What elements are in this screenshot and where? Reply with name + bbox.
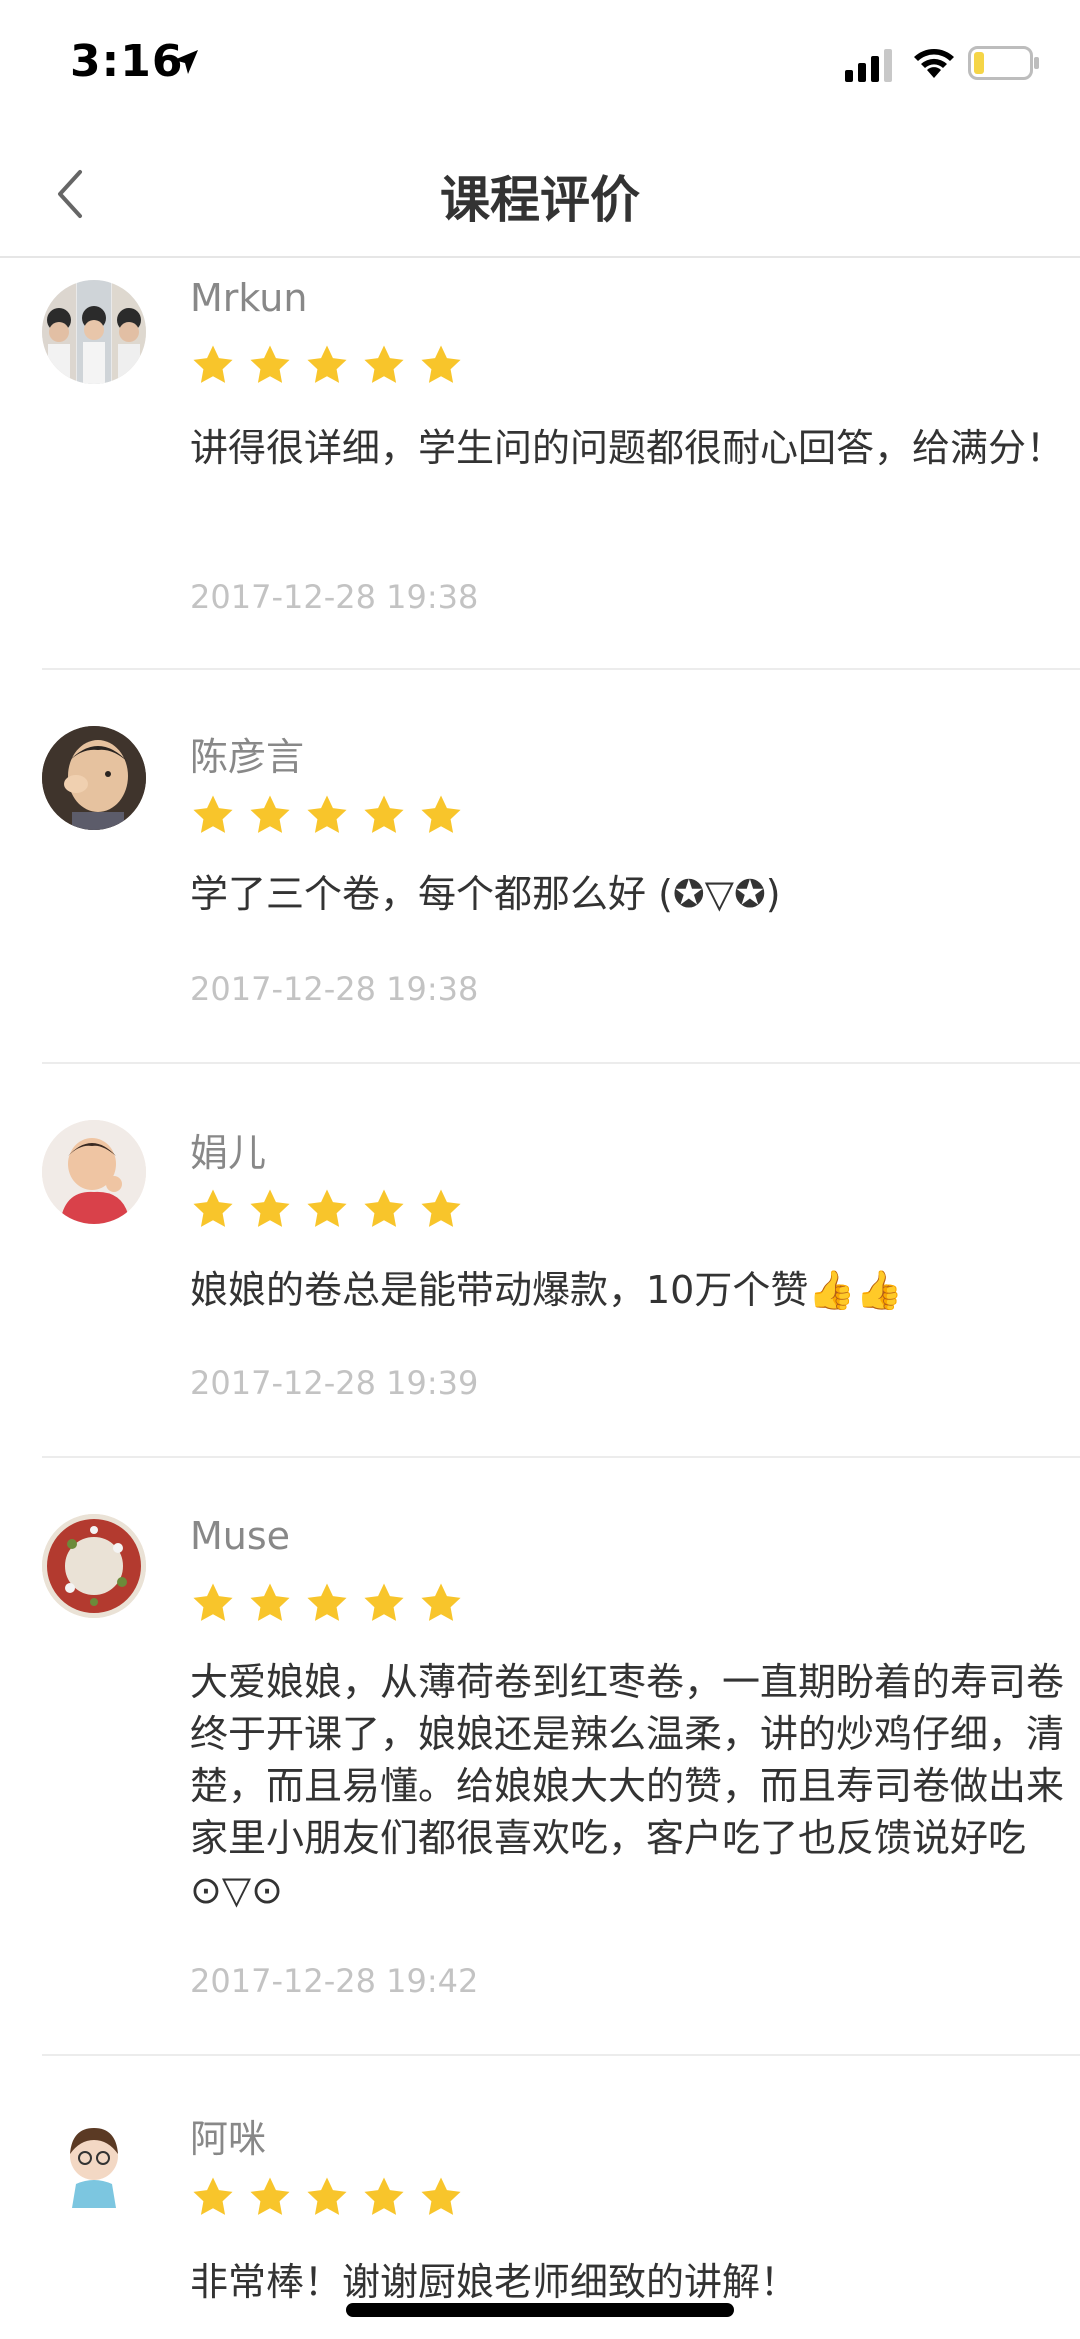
star-icon: [421, 795, 461, 833]
review-date: 2017-12-28 19:38: [190, 970, 479, 1008]
star-icon: [421, 2177, 461, 2215]
star-rating: [190, 1186, 475, 1232]
review-date: 2017-12-28 19:39: [190, 1364, 479, 1402]
star-icon: [421, 1583, 461, 1621]
star-icon: [250, 795, 290, 833]
review-text: 非常棒！谢谢厨娘老师细致的讲解！: [190, 2260, 799, 2304]
review-date: 2017-12-28 19:42: [190, 1962, 479, 2000]
star-icon: [307, 1189, 347, 1227]
star-icon: [364, 795, 404, 833]
review-text: 讲得很详细，学生问的问题都很耐心回答，给满分！: [190, 426, 1065, 470]
star-icon: [364, 2177, 404, 2215]
avatar[interactable]: [42, 1514, 146, 1618]
review-text: 娘娘的卷总是能带动爆款，10万个赞👍👍: [190, 1268, 903, 1312]
review-item: 娟儿 娘娘的卷总是能带动爆款，10万个赞👍👍 2017-12-28 19:39: [42, 1062, 1080, 1458]
star-icon: [364, 1583, 404, 1621]
star-icon: [193, 2177, 233, 2215]
avatar[interactable]: [42, 280, 146, 384]
reviewer-name: 娟儿: [190, 1131, 267, 1175]
star-icon: [307, 1583, 347, 1621]
home-indicator[interactable]: [346, 2303, 734, 2317]
status-time: 3:16: [70, 36, 184, 87]
review-item: Mrkun 讲得很详细，学生问的问题都很耐心回答，给满分！ 2017-12-28…: [42, 258, 1080, 670]
star-icon: [250, 1583, 290, 1621]
star-rating: [190, 2174, 475, 2220]
star-icon: [421, 1189, 461, 1227]
star-icon: [193, 795, 233, 833]
star-rating: [190, 792, 475, 838]
avatar[interactable]: [42, 2114, 146, 2218]
star-icon: [193, 1583, 233, 1621]
star-icon: [193, 1189, 233, 1227]
page-title: 课程评价: [440, 171, 640, 229]
review-date: 2017-12-28 19:38: [190, 578, 479, 616]
reviewer-name: Mrkun: [190, 276, 308, 320]
star-icon: [364, 1189, 404, 1227]
star-icon: [250, 1189, 290, 1227]
star-rating: [190, 342, 475, 388]
status-bar: 3:16: [0, 0, 1080, 130]
nav-bar: 课程评价: [0, 130, 1080, 258]
reviewer-name: Muse: [190, 1514, 291, 1558]
review-item: 陈彦言 学了三个卷，每个都那么好 (✪▽✪) 2017-12-28 19:38: [42, 668, 1080, 1064]
review-item: Muse 大爱娘娘，从薄荷卷到红枣卷，一直期盼着的寿司卷终于开课了，娘娘还是辣么…: [42, 1456, 1080, 2056]
review-text: 学了三个卷，每个都那么好 (✪▽✪): [190, 872, 781, 916]
battery-icon: [968, 46, 1039, 80]
star-icon: [250, 345, 290, 383]
star-icon: [307, 795, 347, 833]
star-icon: [250, 2177, 290, 2215]
location-arrow-icon: [174, 50, 198, 74]
review-text: 大爱娘娘，从薄荷卷到红枣卷，一直期盼着的寿司卷终于开课了，娘娘还是辣么温柔，讲的…: [190, 1660, 1065, 1912]
star-icon: [307, 2177, 347, 2215]
reviewer-name: 陈彦言: [190, 735, 305, 779]
review-item: 阿咪 非常棒！谢谢厨娘老师细致的讲解！: [42, 2054, 1080, 2339]
star-icon: [307, 345, 347, 383]
avatar[interactable]: [42, 1120, 146, 1224]
star-icon: [421, 345, 461, 383]
cellular-signal-icon: [845, 49, 892, 82]
star-rating: [190, 1580, 475, 1626]
reviewer-name: 阿咪: [190, 2117, 267, 2161]
avatar[interactable]: [42, 726, 146, 830]
star-icon: [364, 345, 404, 383]
star-icon: [193, 345, 233, 383]
wifi-icon: [914, 49, 954, 78]
